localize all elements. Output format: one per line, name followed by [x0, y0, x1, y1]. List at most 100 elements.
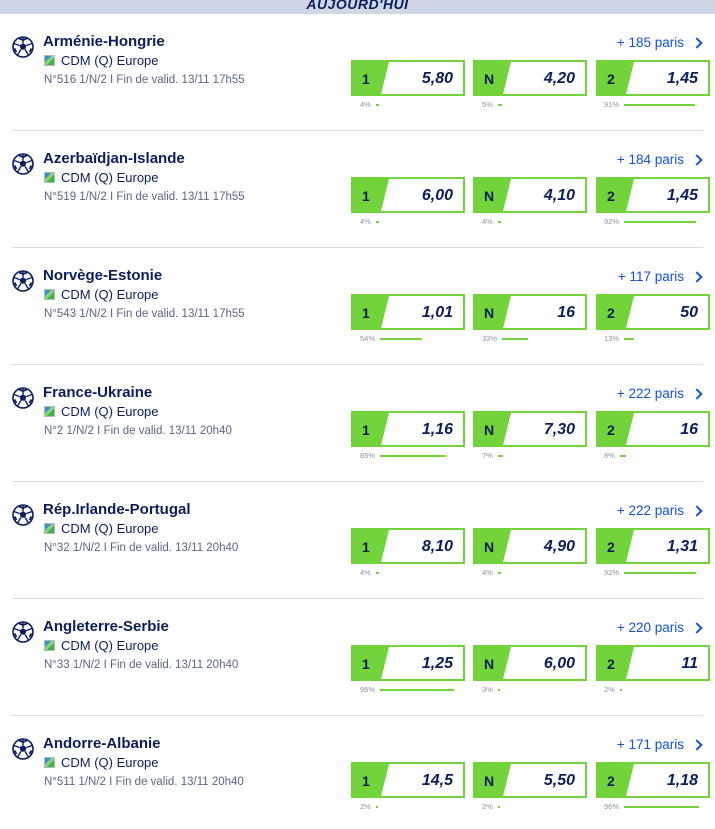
more-bets-link[interactable]: + 222 paris	[617, 503, 703, 518]
more-bets-label: + 222 paris	[616, 386, 684, 401]
odd-home-button[interactable]: 1 8,10	[351, 528, 465, 564]
more-bets-label: + 171 paris	[616, 737, 684, 752]
match-row[interactable]: Azerbaïdjan-Islande CDM (Q) Europe N°519…	[12, 131, 710, 248]
match-row[interactable]: Norvège-Estonie CDM (Q) Europe N°543 1/N…	[12, 248, 710, 365]
bet-share-bar-fill	[619, 688, 622, 691]
odd-draw-button[interactable]: N 6,00	[473, 645, 587, 681]
match-row[interactable]: Angleterre-Serbie CDM (Q) Europe N°33 1/…	[12, 599, 710, 716]
chevron-right-icon	[691, 621, 703, 634]
bet-share-bar	[497, 454, 576, 457]
competition-label: CDM (Q) Europe	[61, 170, 159, 185]
soccer-ball-icon	[12, 621, 34, 643]
odd-value: 5,80	[421, 70, 453, 87]
odds-group: 1 8,10 4% N 4,90 4% 2 1,31 92%	[338, 528, 710, 588]
match-info: N°519 1/N/2 I Fin de valid. 13/11 17h55	[44, 191, 245, 203]
bet-share-label: 3%	[482, 685, 493, 694]
bet-share-bar-fill	[375, 571, 379, 574]
odd-draw-button[interactable]: N 4,20	[473, 60, 587, 96]
odd-home-button[interactable]: 1 1,25	[351, 645, 465, 681]
odds-group: 1 6,00 4% N 4,10 4% 2 1,45 92%	[338, 177, 710, 237]
match-row[interactable]: Arménie-Hongrie CDM (Q) Europe N°516 1/N…	[12, 14, 710, 131]
odds-group: 1 1,16 85% N 7,30 7% 2 16 8%	[338, 411, 710, 471]
odd-away-button[interactable]: 2 50	[596, 294, 710, 330]
odd-value: 1,16	[421, 421, 453, 438]
odd-draw-button[interactable]: N 4,10	[473, 177, 587, 213]
odd-key-label: 2	[607, 188, 615, 204]
bet-share-bar-fill	[502, 337, 528, 340]
bet-share-bar-fill	[624, 220, 696, 223]
match-title[interactable]: Norvège-Estonie	[43, 267, 162, 284]
odd-key-label: 1	[362, 773, 370, 789]
bet-share: 4%	[482, 568, 576, 577]
competition-label: CDM (Q) Europe	[61, 287, 159, 302]
odd-home-button[interactable]: 1 1,01	[351, 294, 465, 330]
odd-home-button[interactable]: 1 1,16	[351, 411, 465, 447]
bet-share-bar-fill	[624, 103, 695, 106]
match-title[interactable]: France-Ukraine	[43, 384, 152, 401]
match-row[interactable]: Rép.Irlande-Portugal CDM (Q) Europe N°32…	[12, 482, 710, 599]
odd-key-label: 2	[607, 539, 615, 555]
more-bets-link[interactable]: + 171 paris	[616, 737, 703, 752]
section-title: AUJOURD'HUI	[306, 0, 409, 12]
odd-away-button[interactable]: 2 11	[596, 645, 710, 681]
chevron-right-icon	[691, 504, 703, 517]
competition-label: CDM (Q) Europe	[61, 53, 159, 68]
odd-value: 5,50	[543, 772, 575, 789]
odd-draw-button[interactable]: N 4,90	[473, 528, 587, 564]
bet-share: 54%	[360, 334, 458, 343]
bet-share: 2%	[604, 685, 698, 694]
bet-share-bar-fill	[497, 103, 502, 106]
odd-away-button[interactable]: 2 1,45	[596, 177, 710, 213]
bet-share-bar-fill	[497, 454, 504, 457]
bet-share: 96%	[604, 802, 702, 811]
odd-home-button[interactable]: 1 5,80	[351, 60, 465, 96]
odd-draw-button[interactable]: N 7,30	[473, 411, 587, 447]
bet-share-bar	[497, 571, 576, 574]
bet-share-label: 95%	[360, 685, 376, 694]
bet-share-label: 4%	[482, 217, 493, 226]
odd-value: 16	[557, 304, 575, 321]
odd-draw-button[interactable]: N 16	[473, 294, 587, 330]
match-title[interactable]: Andorre-Albanie	[43, 735, 161, 752]
bet-share: 4%	[360, 217, 454, 226]
bet-share-label: 13%	[604, 334, 620, 343]
odd-key-label: 1	[362, 71, 370, 87]
odd-away-button[interactable]: 2 16	[596, 411, 710, 447]
competition: CDM (Q) Europe	[44, 755, 159, 770]
odd-away-button[interactable]: 2 1,31	[596, 528, 710, 564]
bet-share-bar-fill	[624, 337, 635, 340]
bet-share-bar	[624, 337, 702, 340]
match-title[interactable]: Angleterre-Serbie	[43, 618, 169, 635]
odd-value: 1,45	[666, 187, 698, 204]
bet-share: 2%	[360, 802, 454, 811]
odd-key-label: N	[484, 188, 495, 204]
bet-share-bar	[375, 103, 454, 106]
match-info: N°543 1/N/2 I Fin de valid. 13/11 17h55	[44, 308, 245, 320]
more-bets-label: + 184 paris	[616, 152, 684, 167]
more-bets-link[interactable]: + 220 paris	[617, 620, 703, 635]
match-title[interactable]: Arménie-Hongrie	[43, 33, 165, 50]
bet-share-bar	[502, 337, 580, 340]
bet-share: 8%	[604, 451, 698, 460]
odd-away-button[interactable]: 2 1,18	[596, 762, 710, 798]
bet-share-bar-fill	[375, 220, 379, 223]
more-bets-link[interactable]: + 117 paris	[618, 269, 703, 284]
match-row[interactable]: Andorre-Albanie CDM (Q) Europe N°511 1/N…	[12, 716, 710, 829]
bet-share-bar	[380, 688, 458, 691]
match-row[interactable]: France-Ukraine CDM (Q) Europe N°2 1/N/2 …	[12, 365, 710, 482]
odd-away-button[interactable]: 2 1,45	[596, 60, 710, 96]
more-bets-link[interactable]: + 184 paris	[616, 152, 703, 167]
match-title[interactable]: Rép.Irlande-Portugal	[43, 501, 191, 518]
odd-value: 6,00	[421, 187, 453, 204]
match-title[interactable]: Azerbaïdjan-Islande	[43, 150, 185, 167]
odd-key-label: 2	[607, 305, 615, 321]
odd-draw-button[interactable]: N 5,50	[473, 762, 587, 798]
bet-share-label: 85%	[360, 451, 376, 460]
match-info: N°33 1/N/2 I Fin de valid. 13/11 20h40	[44, 659, 239, 671]
odd-value: 6,00	[543, 655, 575, 672]
competition: CDM (Q) Europe	[44, 521, 159, 536]
odd-home-button[interactable]: 1 6,00	[351, 177, 465, 213]
more-bets-link[interactable]: + 185 paris	[617, 35, 703, 50]
more-bets-link[interactable]: + 222 paris	[616, 386, 703, 401]
odd-home-button[interactable]: 1 14,5	[351, 762, 465, 798]
